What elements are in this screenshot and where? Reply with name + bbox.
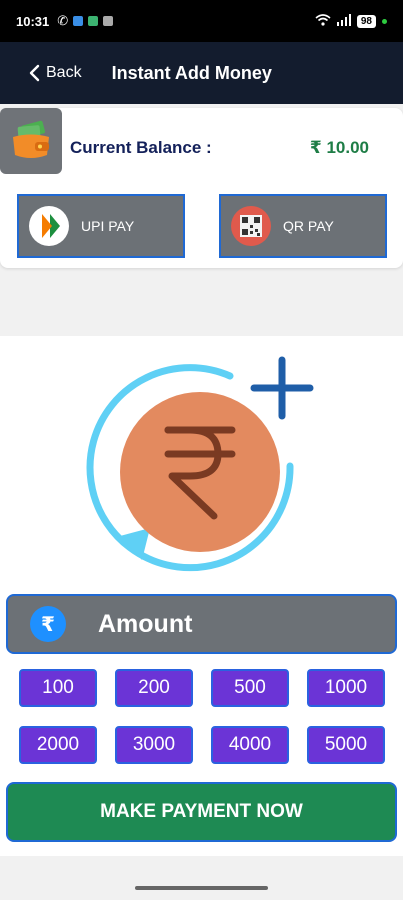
amount-label: Amount [98,609,193,638]
amount-option-button[interactable]: 500 [211,669,289,707]
upi-pay-button[interactable]: UPI PAY [17,194,185,258]
amount-option-button[interactable]: 5000 [307,726,385,764]
qr-pay-label: QR PAY [283,218,334,234]
balance-card: Current Balance : ₹ 10.00 UPI PAY QR PAY [0,108,403,268]
amount-header: ₹ Amount [6,594,397,654]
amount-option-button[interactable]: 4000 [211,726,289,764]
gesture-nav-handle[interactable] [135,886,268,890]
current-balance-value: ₹ 10.00 [309,138,369,157]
current-balance-label: Current Balance : [70,138,212,157]
amount-option-button[interactable]: 2000 [19,726,97,764]
chevron-left-icon [29,64,40,82]
notification-icons: ✆ [57,13,114,29]
status-bar: 10:31 ✆ 98 [0,0,403,42]
app-notification-icon [103,16,114,26]
active-dot-icon [382,18,387,24]
back-button[interactable]: Back [0,64,82,82]
wifi-icon [315,13,331,29]
battery-icon: 98 [356,14,376,28]
page-title: Instant Add Money [111,62,272,83]
signal-icon [336,13,351,29]
make-payment-button[interactable]: MAKE PAYMENT NOW [6,782,397,842]
qr-code-icon [231,206,271,246]
status-right: 98 [315,13,387,29]
app-notification-icon [88,16,99,26]
rupee-icon: ₹ [30,606,66,642]
app-notification-icon [73,16,84,26]
app-bar: Back Instant Add Money [0,42,403,104]
amount-option-button[interactable]: 200 [115,669,193,707]
amount-option-button[interactable]: 100 [19,669,97,707]
back-label: Back [46,64,82,81]
wallet-icon [13,120,49,158]
add-money-card: ₹ Amount 100 200 500 1000 2000 3000 4000… [0,336,403,856]
call-icon: ✆ [57,13,69,28]
qr-pay-button[interactable]: QR PAY [219,194,387,258]
wallet-icon-box [0,108,62,174]
amount-option-button[interactable]: 1000 [307,669,385,707]
upi-logo-icon [29,206,69,246]
add-money-rupee-icon [86,356,314,572]
status-time: 10:31 [16,13,50,29]
upi-pay-label: UPI PAY [81,218,135,234]
amount-option-button[interactable]: 3000 [115,726,193,764]
